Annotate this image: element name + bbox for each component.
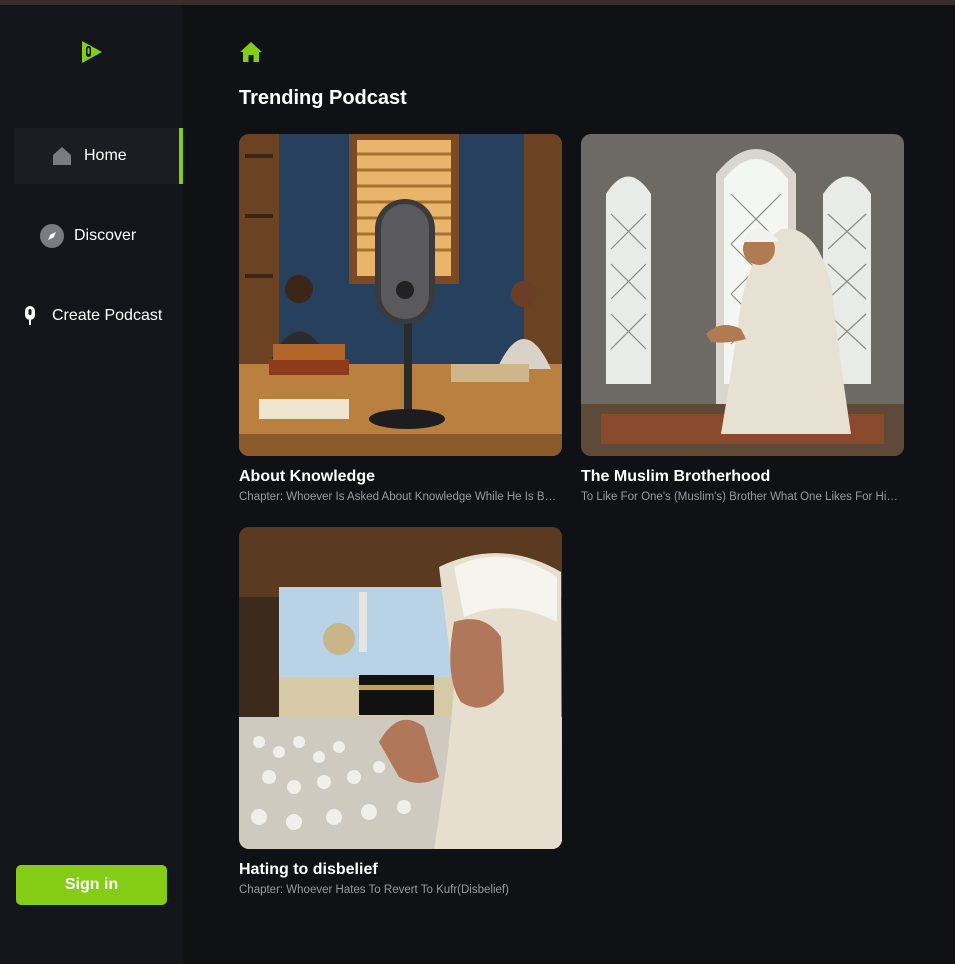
microphone-icon	[18, 304, 42, 328]
podcast-card[interactable]: Hating to disbelief Chapter: Whoever Hat…	[239, 527, 562, 896]
section-title: Trending Podcast	[239, 87, 407, 109]
podcast-title: About Knowledge	[239, 468, 375, 485]
compass-icon	[40, 224, 64, 248]
home-icon[interactable]	[239, 41, 263, 68]
podcast-description: Chapter: Whoever Hates To Revert To Kufr…	[239, 884, 509, 896]
podcast-title: Hating to disbelief	[239, 861, 378, 878]
podcast-description: Chapter: Whoever Is Asked About Knowledg…	[239, 491, 562, 503]
sidebar-item-discover[interactable]: Discover	[14, 208, 183, 264]
sidebar: Home Discover Create Podcast Sign in	[0, 5, 183, 964]
podcast-thumbnail	[239, 527, 562, 849]
podcast-card[interactable]: The Muslim Brotherhood To Like For One's…	[581, 134, 904, 503]
app-logo-icon[interactable]	[78, 37, 106, 67]
podcast-card[interactable]: About Knowledge Chapter: Whoever Is Aske…	[239, 134, 562, 503]
home-icon	[50, 144, 74, 168]
podcast-title: The Muslim Brotherhood	[581, 468, 771, 485]
podcast-thumbnail	[581, 134, 904, 456]
sidebar-item-home[interactable]: Home	[14, 128, 183, 184]
podcast-thumbnail	[239, 134, 562, 456]
sidebar-item-label: Discover	[74, 227, 137, 244]
sidebar-item-create-podcast[interactable]: Create Podcast	[14, 288, 183, 344]
sign-in-button[interactable]: Sign in	[16, 865, 167, 905]
sidebar-item-label: Home	[84, 147, 127, 164]
sidebar-item-label: Create Podcast	[52, 307, 163, 324]
main-content: Trending Podcast About Knowledge Chapter…	[183, 5, 955, 964]
podcast-description: To Like For One's (Muslim's) Brother Wha…	[581, 491, 904, 503]
